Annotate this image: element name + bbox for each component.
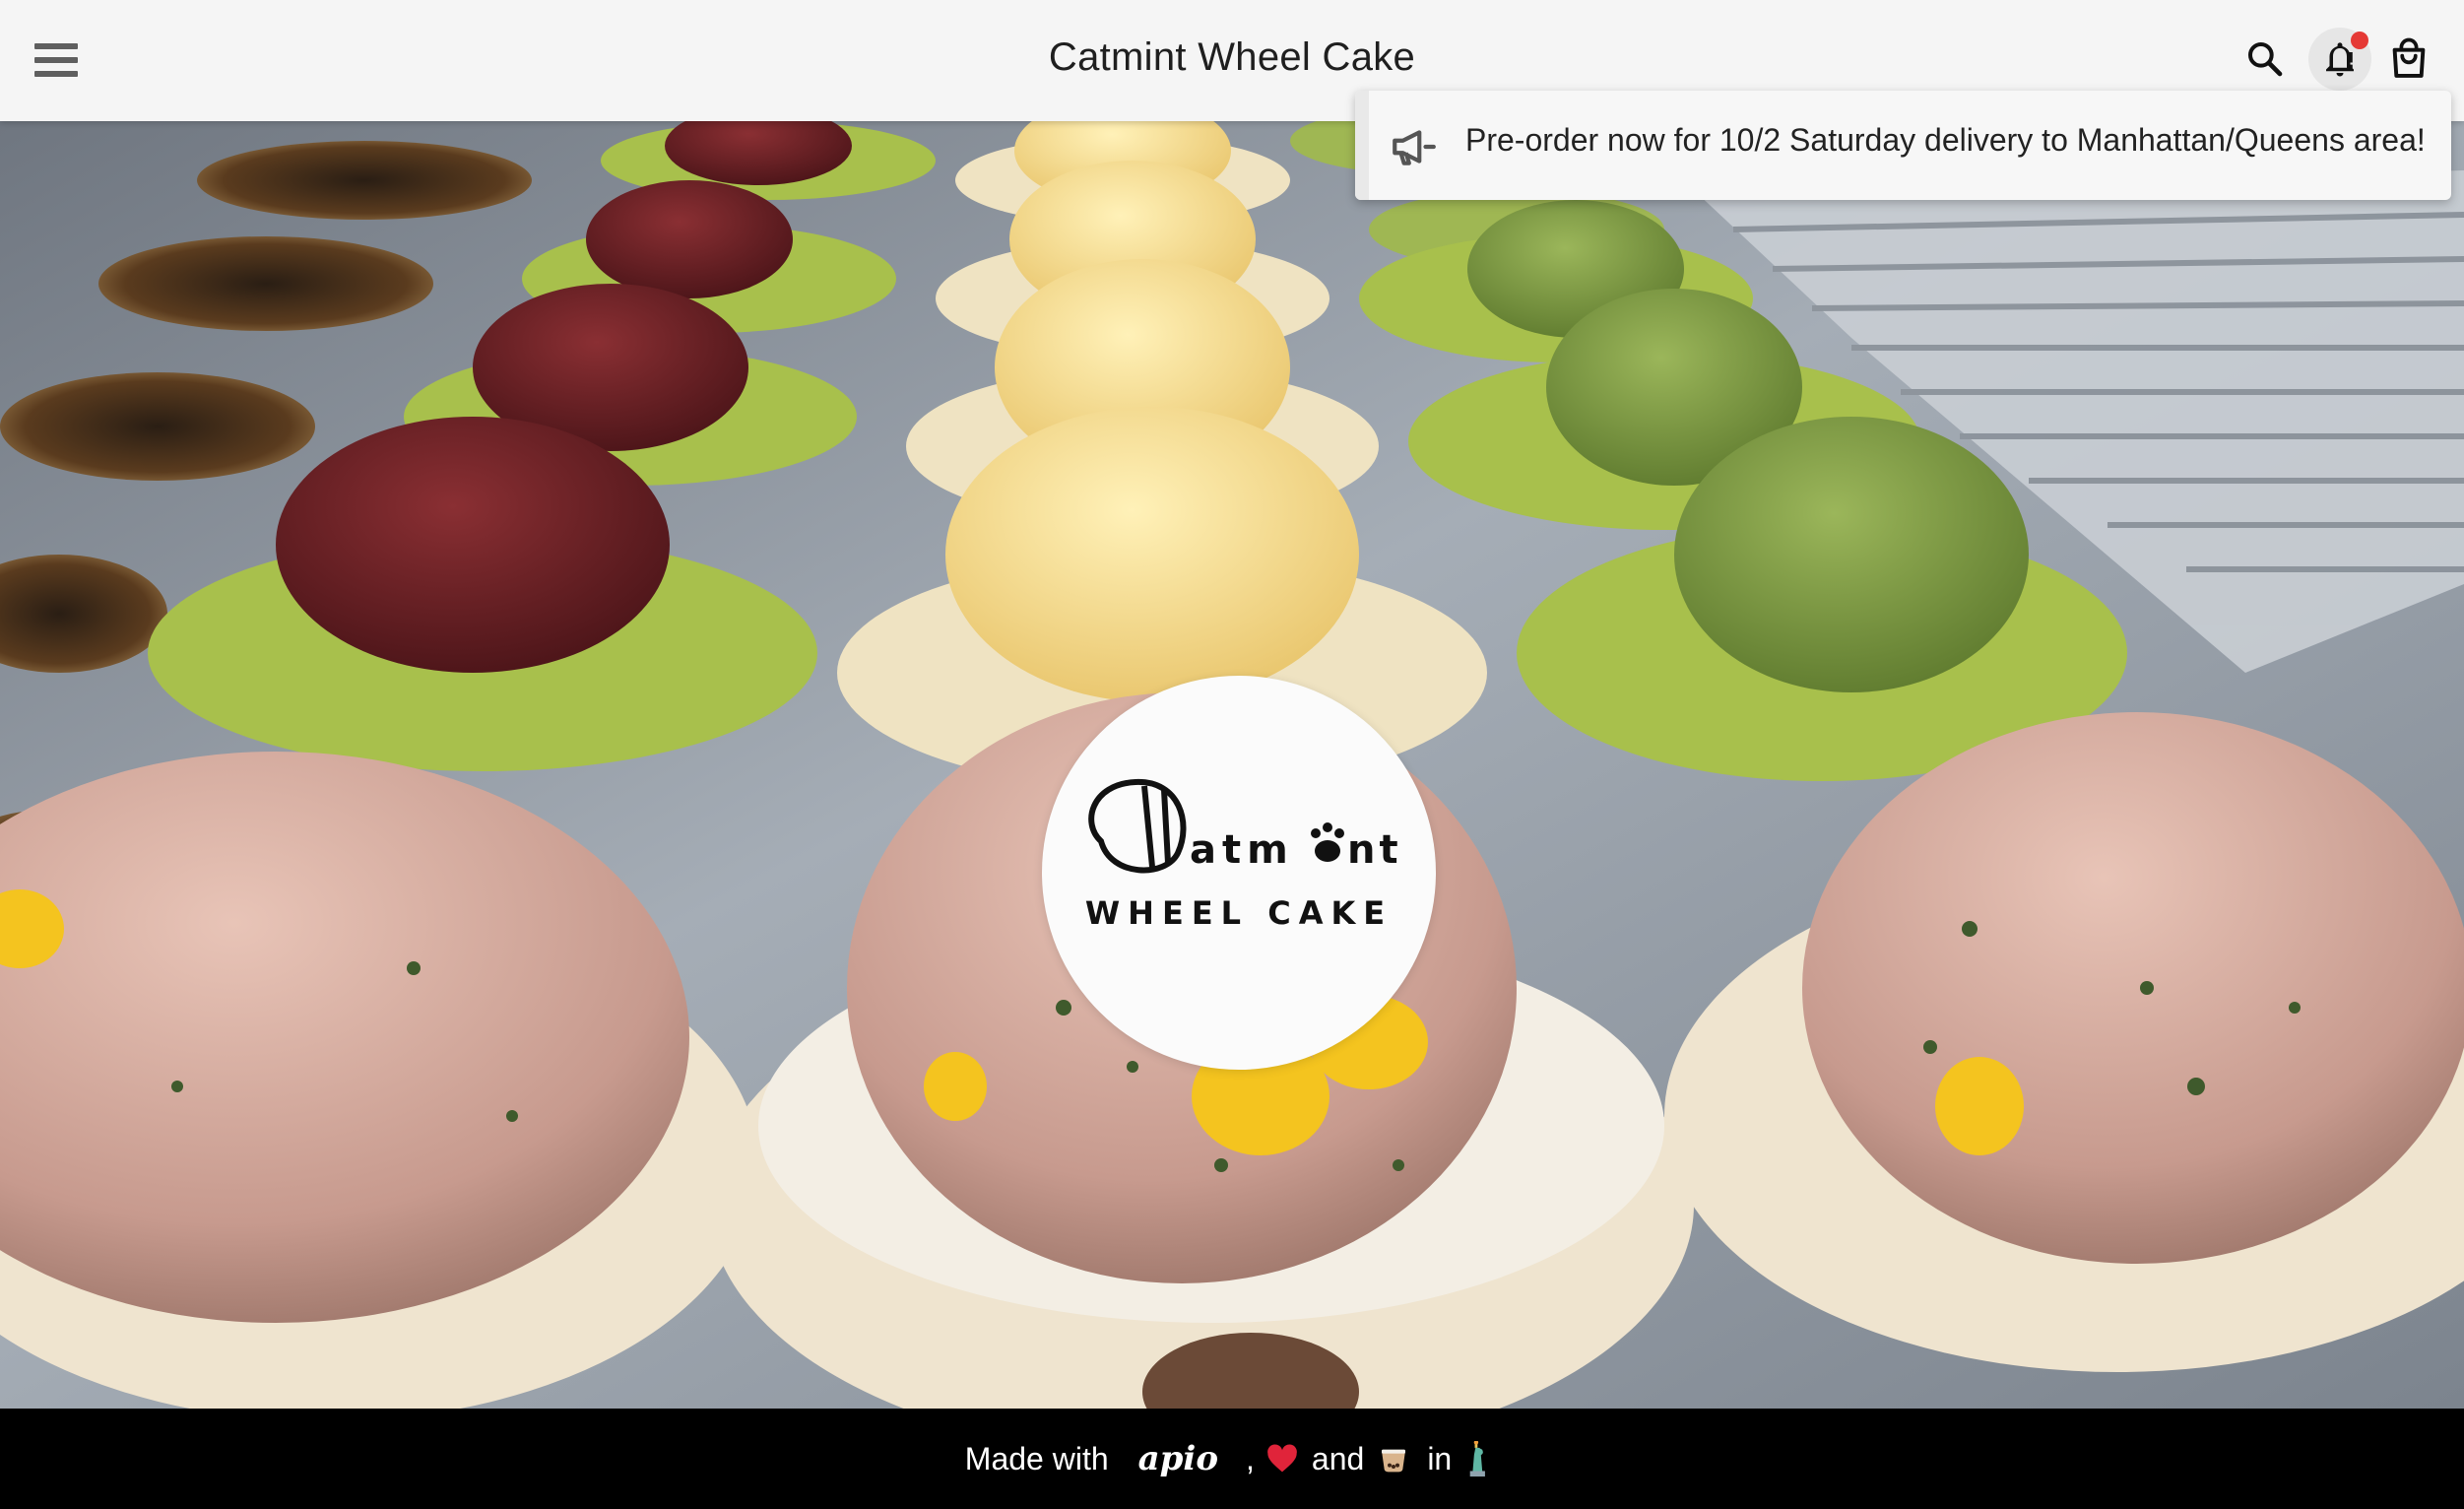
footer-made-with: Made with: [964, 1440, 1109, 1476]
notification-toast[interactable]: Pre-order now for 10/2 Saturday delivery…: [1355, 91, 2451, 200]
catmint-logo-mark: atm nt WHEEL CAKE: [1085, 778, 1402, 932]
notifications-button[interactable]: [2308, 28, 2371, 91]
search-icon: [2248, 42, 2283, 77]
cart-button[interactable]: [2377, 28, 2440, 91]
footer-and: and: [1311, 1440, 1365, 1476]
footer-comma: ,: [1246, 1440, 1255, 1476]
app-screen: Catmint Wheel Cake Pre-order now for 10/…: [0, 0, 2464, 1509]
notification-text: Pre-order now for 10/2 Saturday delivery…: [1465, 122, 2426, 158]
svg-text:nt: nt: [1347, 827, 1402, 873]
footer-apio-link[interactable]: apio: [1138, 1439, 1218, 1478]
search-button[interactable]: [2234, 28, 2297, 91]
unread-badge: [2351, 32, 2368, 49]
brand-logo: atm nt WHEEL CAKE: [1042, 676, 1436, 1070]
footer-credits: Made with apio , and in: [0, 1409, 2464, 1509]
bubble-tea-emoji-icon: [1378, 1443, 1409, 1475]
footer-in: in: [1427, 1440, 1453, 1476]
app-footer: Made with apio , and in: [0, 1409, 2464, 1509]
shopping-bag-icon: [2392, 37, 2426, 78]
red-heart-emoji-icon: [1266, 1444, 1298, 1474]
app-title: Catmint Wheel Cake: [1048, 35, 1416, 79]
svg-text:atm: atm: [1190, 827, 1294, 873]
statue-of-liberty-emoji-icon: [1465, 1441, 1491, 1476]
megaphone-icon: [1393, 130, 1436, 165]
logo-tagline: WHEEL CAKE: [1085, 894, 1393, 932]
toast-accent-bar: [1355, 91, 1369, 200]
hero-banner: atm nt WHEEL CAKE: [0, 121, 2464, 1409]
